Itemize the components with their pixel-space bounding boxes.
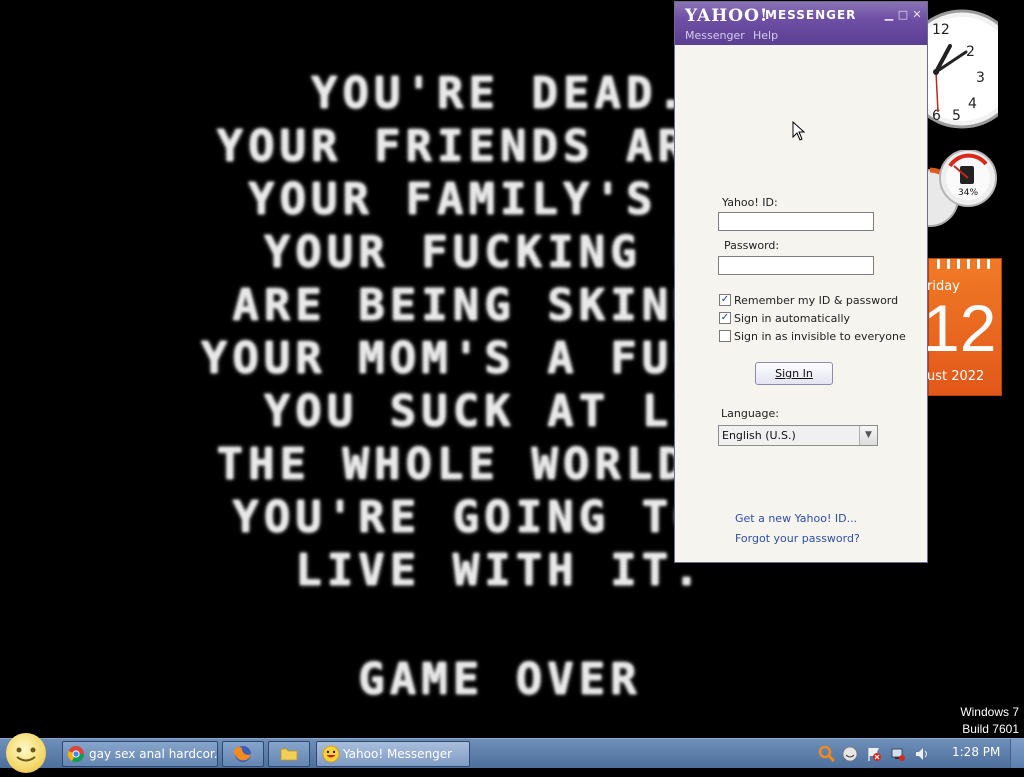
system-clock[interactable]: 1:28 PM <box>952 745 1000 759</box>
network-icon[interactable] <box>890 746 906 762</box>
folder-icon <box>280 748 298 761</box>
taskbar-item-label: gay sex anal hardcor... <box>89 747 218 761</box>
password-label: Password: <box>724 239 780 252</box>
invisible-checkbox[interactable] <box>719 330 731 342</box>
taskbar-item-label: Yahoo! Messenger <box>343 747 453 761</box>
svg-text:12: 12 <box>932 22 950 38</box>
mouse-cursor-icon <box>792 121 806 141</box>
close-icon[interactable]: ✕ <box>911 8 923 21</box>
windows-version-text: Windows 7 <box>960 705 1019 719</box>
start-button[interactable] <box>6 733 46 773</box>
windows-build-watermark: Windows 7 Build 7601 <box>960 704 1019 738</box>
title-bar[interactable]: YAHOO! MESSENGER ▁ □ ✕ Messenger Help <box>675 2 927 45</box>
remember-checkbox[interactable]: ✓ <box>719 294 731 306</box>
analog-clock-icon: 12 2 3 4 5 6 <box>902 9 1022 129</box>
auto-signin-checkbox[interactable]: ✓ <box>719 312 731 324</box>
smiley-start-icon <box>16 747 36 762</box>
cpu-meter-gadget[interactable]: 34% <box>901 149 1000 240</box>
svg-text:5: 5 <box>952 108 961 124</box>
calendar-rings <box>929 259 1001 271</box>
search-icon[interactable] <box>818 745 836 763</box>
show-desktop-button[interactable] <box>1010 739 1024 768</box>
password-input[interactable] <box>718 256 874 275</box>
clock-gadget[interactable]: 12 2 3 4 5 6 <box>902 8 1022 130</box>
messenger-tray-icon[interactable] <box>842 746 858 762</box>
language-label: Language: <box>721 407 779 420</box>
language-value: English (U.S.) <box>722 429 796 442</box>
wallpaper-line: GAME OVER <box>358 654 642 705</box>
minimize-icon[interactable]: ▁ <box>883 8 895 21</box>
language-select[interactable]: English (U.S.) ▼ <box>718 425 878 446</box>
svg-text:4: 4 <box>968 96 977 112</box>
invisible-label[interactable]: Sign in as invisible to everyone <box>734 330 906 343</box>
chrome-icon <box>67 746 85 763</box>
volume-icon[interactable] <box>914 746 930 762</box>
sign-in-button[interactable]: Sign In <box>755 362 833 385</box>
calendar-date: 12 <box>923 291 997 365</box>
taskbar-item-yahoo-messenger[interactable]: Yahoo! Messenger <box>316 741 470 767</box>
taskbar-item-explorer[interactable] <box>268 741 310 767</box>
calendar-gadget[interactable]: riday 12 ust 2022 <box>923 258 1002 396</box>
maximize-icon[interactable]: □ <box>897 8 909 21</box>
cpu-percent: 34% <box>958 188 979 198</box>
taskbar-item-firefox[interactable] <box>222 741 264 767</box>
messenger-logo-text: MESSENGER <box>765 8 857 22</box>
svg-text:6: 6 <box>932 108 941 124</box>
taskbar: gay sex anal hardcor... Yahoo! Messenger <box>0 738 1024 768</box>
remember-label[interactable]: Remember my ID & password <box>734 294 898 307</box>
yahoo-logo: YAHOO! <box>685 6 769 26</box>
calendar-month-year: ust 2022 <box>927 369 985 384</box>
chevron-down-icon[interactable]: ▼ <box>859 426 877 445</box>
taskbar-item-chrome[interactable]: gay sex anal hardcor... <box>62 741 218 767</box>
yahoo-id-label: Yahoo! ID: <box>722 196 778 209</box>
forgot-password-link[interactable]: Forgot your password? <box>735 532 860 545</box>
windows-build-text: Build 7601 <box>962 722 1019 736</box>
svg-text:3: 3 <box>976 70 985 86</box>
auto-signin-label[interactable]: Sign in automatically <box>734 312 850 325</box>
firefox-icon <box>234 746 251 762</box>
action-center-flag-icon[interactable] <box>866 746 882 762</box>
get-new-id-link[interactable]: Get a new Yahoo! ID... <box>735 512 857 525</box>
yahoo-id-input[interactable] <box>718 212 874 231</box>
menu-help[interactable]: Help <box>753 29 778 42</box>
yahoo-messenger-window[interactable]: YAHOO! MESSENGER ▁ □ ✕ Messenger Help Ya… <box>674 1 928 563</box>
yahoo-smiley-icon <box>322 745 340 763</box>
menu-messenger[interactable]: Messenger <box>685 29 745 42</box>
